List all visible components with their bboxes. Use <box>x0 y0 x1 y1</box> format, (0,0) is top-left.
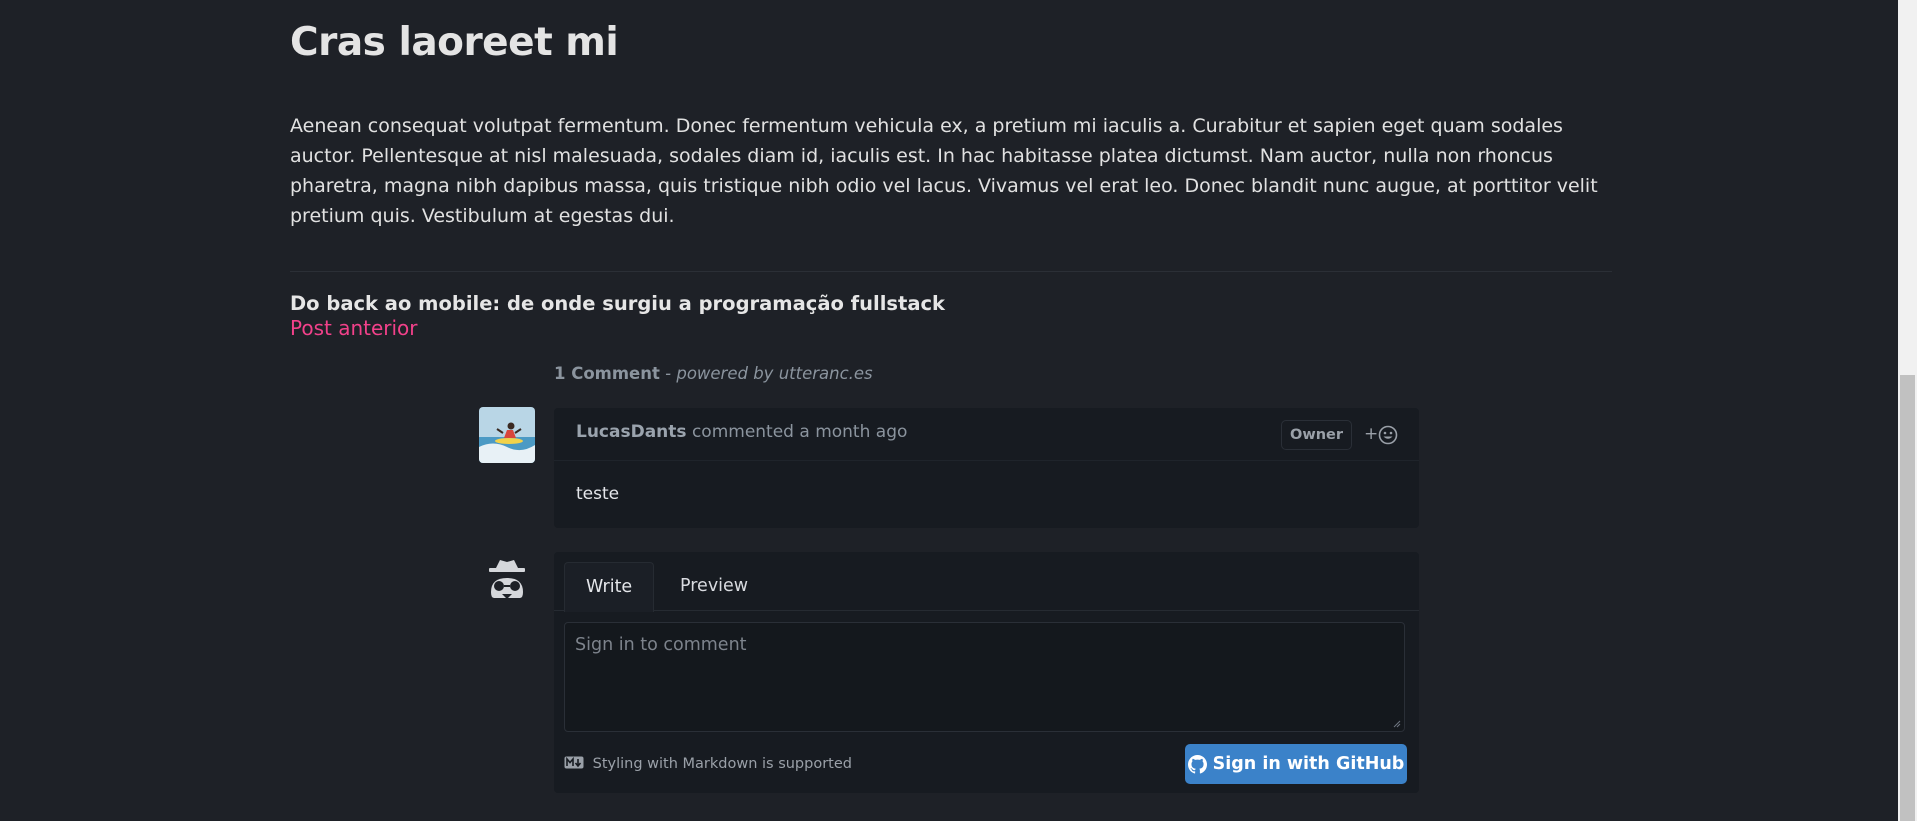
comment-editor: Write Preview Sign in to comment Styling… <box>554 552 1419 793</box>
github-icon <box>1187 754 1207 774</box>
sign-in-label: Sign in with GitHub <box>1212 754 1405 774</box>
tab-write[interactable]: Write <box>564 562 655 612</box>
post-title: Cras laoreet mi <box>290 20 619 65</box>
markdown-icon <box>564 756 584 769</box>
owner-badge: Owner <box>1281 420 1353 450</box>
comment-meta: LucasDants commented a month ago <box>576 422 907 442</box>
comment-input[interactable]: Sign in to comment <box>564 622 1405 732</box>
comment-header: LucasDants commented a month ago Owner + <box>554 408 1419 461</box>
resize-grip-icon[interactable] <box>1393 720 1401 728</box>
markdown-hint[interactable]: Styling with Markdown is supported <box>564 756 852 772</box>
comment-count: 1 Comment <box>554 364 660 383</box>
add-reaction-plus: + <box>1364 424 1379 444</box>
editor-tabs: Write Preview <box>554 552 1419 612</box>
page-scrollbar[interactable] <box>1898 0 1917 821</box>
scrollbar-thumb[interactable] <box>1900 375 1915 821</box>
powered-by[interactable]: - powered by utteranc.es <box>665 364 873 383</box>
comment-count-line: 1 Comment - powered by utteranc.es <box>554 364 873 383</box>
avatar-image-icon <box>479 407 535 463</box>
divider <box>290 271 1612 272</box>
post-body: Aenean consequat volutpat fermentum. Don… <box>290 115 1598 227</box>
previous-post-title[interactable]: Do back ao mobile: de onde surgiu a prog… <box>290 292 945 315</box>
markdown-hint-text: Styling with Markdown is supported <box>592 756 852 772</box>
anonymous-avatar <box>482 556 532 606</box>
tab-preview[interactable]: Preview <box>659 562 769 610</box>
comment-card: LucasDants commented a month ago Owner +… <box>554 408 1419 528</box>
comment-input-placeholder: Sign in to comment <box>575 635 747 655</box>
add-reaction-button[interactable]: + <box>1364 422 1404 448</box>
comment-author-name[interactable]: LucasDants <box>576 422 687 442</box>
previous-post-link[interactable]: Post anterior <box>290 316 418 340</box>
sign-in-github-button[interactable]: Sign in with GitHub <box>1185 744 1407 784</box>
comment-body: teste <box>576 484 620 504</box>
incognito-icon <box>489 560 525 599</box>
smiley-icon <box>1378 425 1398 445</box>
avatar[interactable] <box>479 407 535 463</box>
comment-timestamp[interactable]: commented a month ago <box>692 422 907 442</box>
